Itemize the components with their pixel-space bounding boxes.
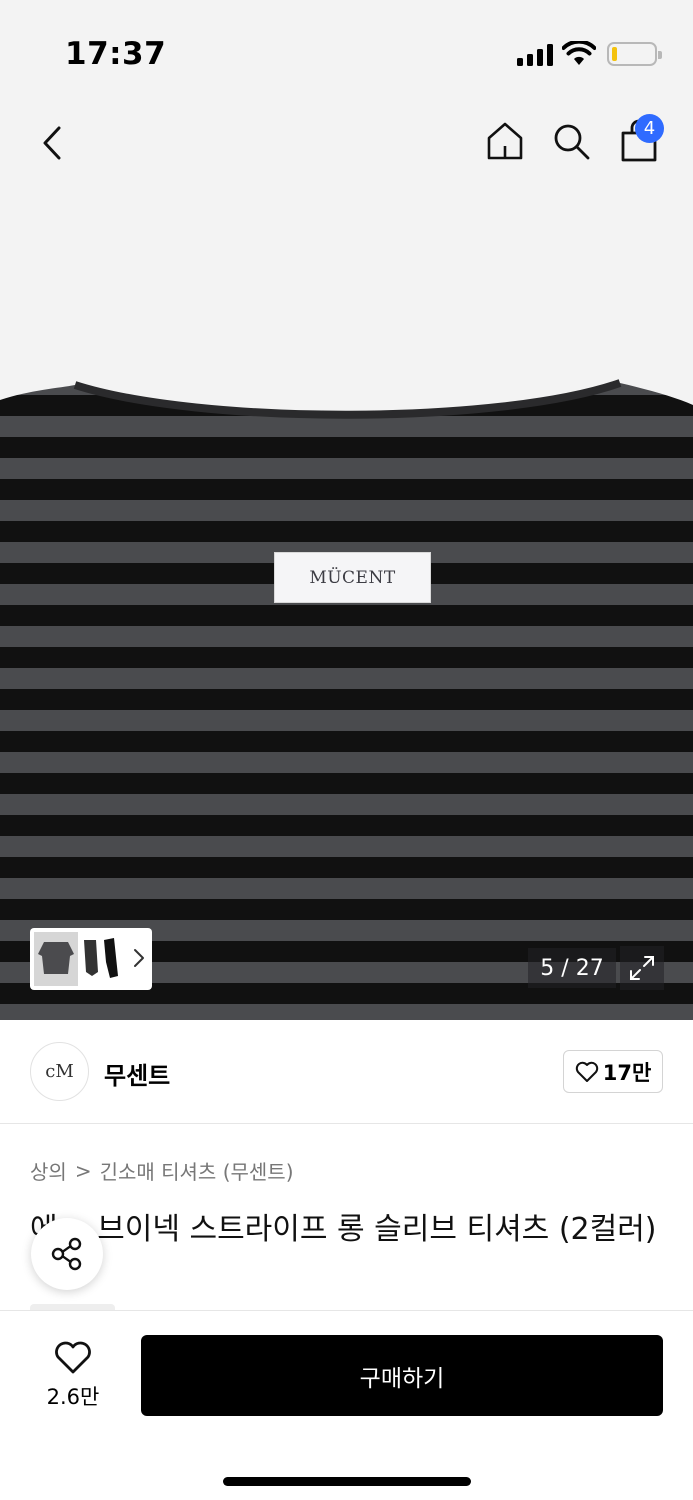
cart-count-badge: 4 (635, 114, 664, 143)
heart-icon (55, 1341, 91, 1374)
color-thumbnail-strip[interactable] (30, 928, 152, 990)
breadcrumb: 상의 > 긴소매 티셔츠 (무센트) (30, 1156, 294, 1185)
expand-image-button[interactable] (620, 946, 664, 990)
thumbnail-black-set (84, 938, 118, 978)
wishlist-button[interactable]: 2.6만 (30, 1333, 116, 1419)
battery-icon (607, 42, 662, 66)
share-button[interactable] (31, 1218, 103, 1290)
home-icon (487, 122, 523, 160)
brand-like-button[interactable]: 17만 (563, 1050, 663, 1093)
cellular-signal-icon (517, 44, 553, 66)
status-time: 17:37 (65, 36, 167, 72)
expand-icon (630, 956, 654, 980)
status-bar: 17:37 (0, 0, 693, 100)
brand-logo-text: cM (45, 1061, 74, 1082)
product-image-gallery[interactable]: MÜCENT (0, 185, 693, 1020)
buy-button[interactable]: 구매하기 (141, 1335, 663, 1416)
chevron-left-icon (43, 126, 61, 160)
brand-logo[interactable]: cM (30, 1042, 89, 1101)
heart-icon (575, 1061, 598, 1082)
garment-brand-label: MÜCENT (274, 552, 431, 603)
chevron-right-icon (134, 949, 144, 967)
brand-name[interactable]: 무센트 (104, 1056, 170, 1091)
thumbnail-gray-shirt (34, 932, 78, 986)
back-button[interactable] (28, 118, 78, 168)
image-counter: 5 / 27 (528, 948, 616, 988)
bottom-action-bar: 2.6만 구매하기 (0, 1310, 693, 1500)
top-navigation (0, 100, 693, 185)
wifi-icon (562, 41, 596, 65)
product-title: 에… 브이넥 스트라이프 롱 슬리브 티셔츠 (2컬러) (30, 1212, 657, 1247)
breadcrumb-subcategory[interactable]: 긴소매 티셔츠 (무센트) (100, 1156, 294, 1185)
home-indicator (223, 1477, 471, 1486)
breadcrumb-category[interactable]: 상의 (30, 1156, 67, 1185)
wishlist-count: 2.6만 (46, 1385, 100, 1409)
home-button[interactable] (480, 116, 530, 166)
search-button[interactable] (546, 116, 596, 166)
breadcrumb-separator: > (74, 1158, 92, 1183)
brand-like-count: 17만 (602, 1060, 652, 1085)
brand-row: cM 무센트 17만 (0, 1020, 693, 1124)
share-icon (51, 1237, 82, 1271)
search-icon (554, 124, 590, 160)
